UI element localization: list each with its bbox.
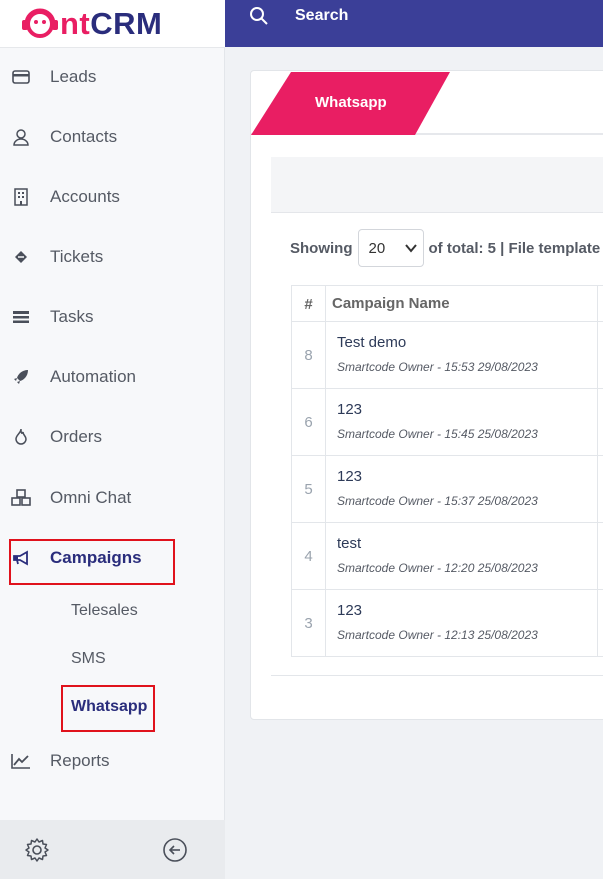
search-label[interactable]: Search	[295, 7, 348, 25]
submenu-item-telesales[interactable]: Telesales	[71, 597, 138, 625]
campaign-table: # Campaign Name 8 Test demo Smartcode Ow…	[291, 285, 603, 657]
logo-suffix: CRM	[90, 6, 163, 41]
rocket-icon	[11, 367, 31, 387]
sidebar-item-tickets[interactable]: Tickets	[0, 237, 225, 277]
row-id: 8	[292, 322, 326, 388]
logo[interactable]: ntCRM	[0, 0, 225, 48]
user-icon	[11, 127, 31, 147]
sidebar-footer	[0, 820, 225, 879]
list-controls: Showing 20 of total: 5 | File template	[290, 229, 600, 267]
panel-divider	[271, 675, 603, 676]
page-size-select[interactable]: 20	[357, 229, 424, 267]
campaign-meta: Smartcode Owner - 12:20 25/08/2023	[337, 561, 538, 575]
gear-icon[interactable]	[24, 837, 50, 868]
table-row[interactable]: 5 123 Smartcode Owner - 15:37 25/08/2023	[292, 456, 603, 523]
column-divider	[597, 389, 598, 455]
row-id: 3	[292, 590, 326, 656]
fire-icon	[11, 427, 31, 447]
showing-label: Showing	[290, 239, 353, 257]
campaign-name-link[interactable]: Test demo	[337, 334, 406, 351]
submenu-item-sms[interactable]: SMS	[71, 645, 106, 673]
sidebar-item-automation[interactable]: Automation	[0, 357, 225, 397]
column-header-id: #	[292, 286, 326, 322]
column-divider	[597, 286, 598, 322]
file-template-link[interactable]: File template	[509, 240, 601, 257]
app: ntCRM Leads Contacts Accounts Tickets Ta…	[0, 0, 603, 879]
logo-prefix: nt	[60, 6, 91, 41]
table-row[interactable]: 8 Test demo Smartcode Owner - 15:53 29/0…	[292, 322, 603, 389]
sidebar-item-label: Tickets	[50, 247, 104, 266]
campaign-panel: Whatsapp Showing 20 of total: 5 | File t…	[250, 70, 603, 720]
building-icon	[11, 187, 31, 207]
total-label: of total: 5 |	[428, 239, 505, 257]
cubes-icon	[11, 488, 31, 508]
column-header-campaign-name[interactable]: Campaign Name	[332, 295, 450, 312]
sidebar-item-reports[interactable]: Reports	[0, 741, 225, 781]
sidebar-item-leads[interactable]: Leads	[0, 57, 225, 97]
tab-whatsapp[interactable]: Whatsapp	[251, 71, 451, 135]
search-icon[interactable]	[249, 6, 269, 31]
table-row[interactable]: 3 123 Smartcode Owner - 12:13 25/08/2023	[292, 590, 603, 657]
campaign-name-link[interactable]: 123	[337, 468, 362, 485]
logo-text: ntCRM	[60, 6, 162, 42]
sidebar: ntCRM Leads Contacts Accounts Tickets Ta…	[0, 0, 225, 879]
campaign-meta: Smartcode Owner - 15:53 29/08/2023	[337, 360, 538, 374]
table-row[interactable]: 4 test Smartcode Owner - 12:20 25/08/202…	[292, 523, 603, 590]
tab-bar: Whatsapp	[251, 71, 603, 135]
robot-logo-icon	[22, 8, 58, 38]
column-divider	[597, 590, 598, 656]
campaign-name-link[interactable]: test	[337, 535, 361, 552]
sidebar-item-tasks[interactable]: Tasks	[0, 297, 225, 337]
sidebar-item-orders[interactable]: Orders	[0, 417, 225, 457]
table-row[interactable]: 6 123 Smartcode Owner - 15:45 25/08/2023	[292, 389, 603, 456]
table-header: # Campaign Name	[292, 286, 603, 322]
ticket-icon	[11, 247, 31, 267]
campaign-name-link[interactable]: 123	[337, 401, 362, 418]
whatsapp-highlight-box	[61, 685, 155, 732]
sidebar-item-label: Contacts	[50, 127, 118, 146]
chevron-down-icon	[404, 244, 417, 253]
sidebar-item-label: Orders	[50, 427, 102, 446]
page-size-value: 20	[368, 239, 386, 257]
column-divider	[597, 456, 598, 522]
sidebar-item-label: Reports	[50, 751, 110, 770]
sidebar-item-label: Leads	[50, 67, 97, 86]
chart-line-icon	[11, 751, 31, 771]
sidebar-item-contacts[interactable]: Contacts	[0, 117, 225, 157]
top-bar: Search	[225, 0, 603, 47]
campaign-meta: Smartcode Owner - 12:13 25/08/2023	[337, 628, 538, 642]
sidebar-item-label: Tasks	[50, 307, 94, 326]
campaign-meta: Smartcode Owner - 15:45 25/08/2023	[337, 427, 538, 441]
collapse-sidebar-icon[interactable]	[162, 837, 188, 868]
tasks-icon	[11, 307, 31, 327]
row-id: 5	[292, 456, 326, 522]
campaign-name-link[interactable]: 123	[337, 602, 362, 619]
card-icon	[11, 67, 31, 87]
tab-label: Whatsapp	[315, 94, 387, 111]
row-id: 6	[292, 389, 326, 455]
sidebar-item-label: Accounts	[50, 187, 120, 206]
row-id: 4	[292, 523, 326, 589]
campaigns-highlight-box	[9, 539, 175, 585]
column-divider	[597, 322, 598, 388]
column-divider	[597, 523, 598, 589]
sidebar-item-label: Automation	[50, 367, 136, 386]
sidebar-item-label: Omni Chat	[50, 488, 132, 507]
sidebar-item-omni-chat[interactable]: Omni Chat	[0, 478, 225, 518]
campaign-meta: Smartcode Owner - 15:37 25/08/2023	[337, 494, 538, 508]
filter-strip	[271, 157, 603, 213]
sidebar-item-accounts[interactable]: Accounts	[0, 177, 225, 217]
